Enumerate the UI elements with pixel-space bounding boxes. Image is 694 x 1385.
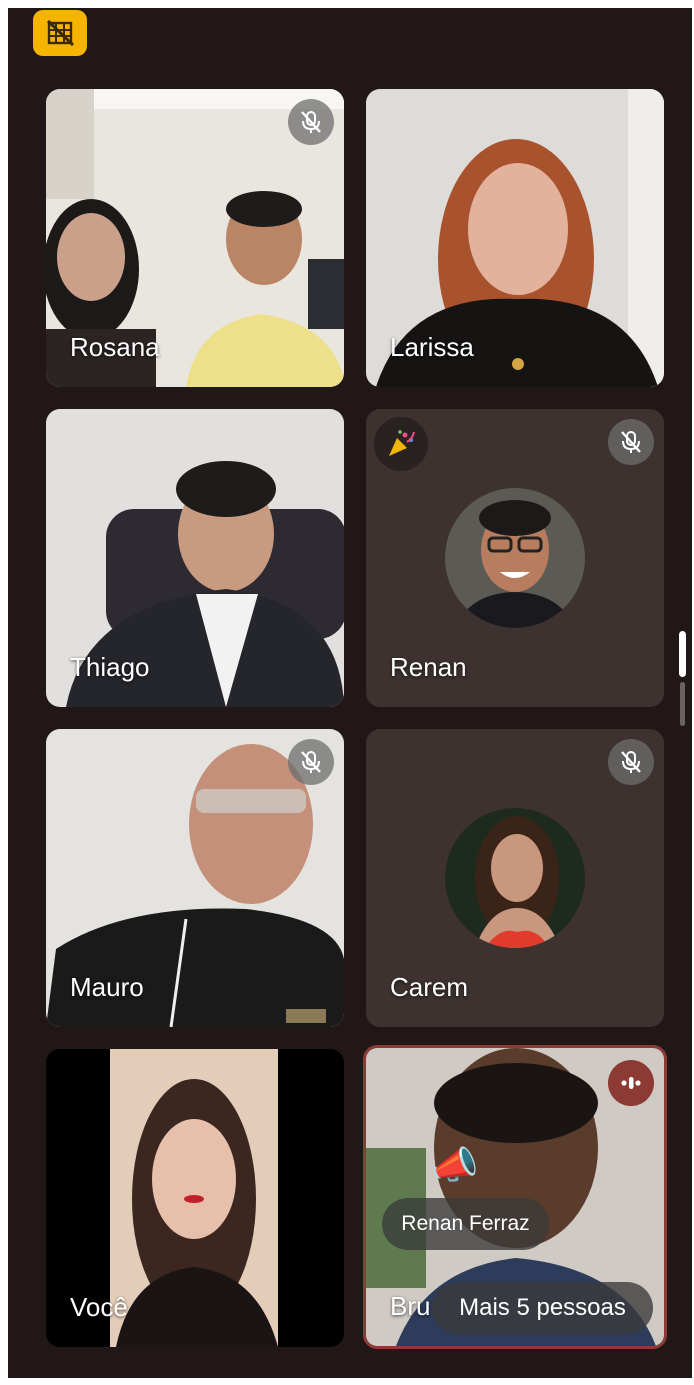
scrollbar-track[interactable] [680,682,685,726]
mute-indicator [608,739,654,785]
audio-wave-icon [621,1077,641,1089]
mute-indicator [288,739,334,785]
more-people-button[interactable]: Mais 5 pessoas [432,1282,653,1334]
avatar [445,808,585,948]
top-badge-button[interactable] [33,10,87,56]
participant-tile-mauro[interactable]: Mauro [46,729,344,1027]
mic-off-icon [301,111,321,133]
mic-off-icon [301,751,321,773]
participant-tile-rosana[interactable]: Rosana [46,89,344,387]
participant-tile-thiago[interactable]: Thiago [46,409,344,707]
camera-off-icon [46,19,75,47]
participant-tile-renan[interactable]: Renan [366,409,664,707]
reaction-sender-pill: Renan Ferraz [382,1198,549,1250]
participant-name: Carem [390,972,469,1002]
participant-name: Você [70,1292,128,1322]
participant-name: Renan [390,652,467,682]
participant-name: Larissa [390,332,474,362]
mute-indicator [288,99,334,145]
reaction-emoji: 📣 [431,1145,479,1187]
participant-tile-carem[interactable]: Carem [366,729,664,1027]
participant-tile-larissa[interactable]: Larissa [366,89,664,387]
speaking-indicator [608,1060,654,1106]
scrollbar-thumb[interactable] [679,631,686,677]
meeting-screen: Rosana Larissa Thiago Renan Mauro Carem … [8,8,692,1378]
mute-indicator [608,419,654,465]
mic-off-icon [621,431,641,453]
party-popper-icon [389,430,415,456]
participant-name: Rosana [70,332,160,362]
reaction-button[interactable] [374,417,428,471]
participant-name: Mauro [70,972,144,1002]
participant-tile-self[interactable]: Você [46,1049,344,1347]
participant-name: Bru [390,1291,431,1321]
mic-off-icon [621,751,641,773]
participant-name: Thiago [70,652,150,682]
avatar [445,488,585,628]
